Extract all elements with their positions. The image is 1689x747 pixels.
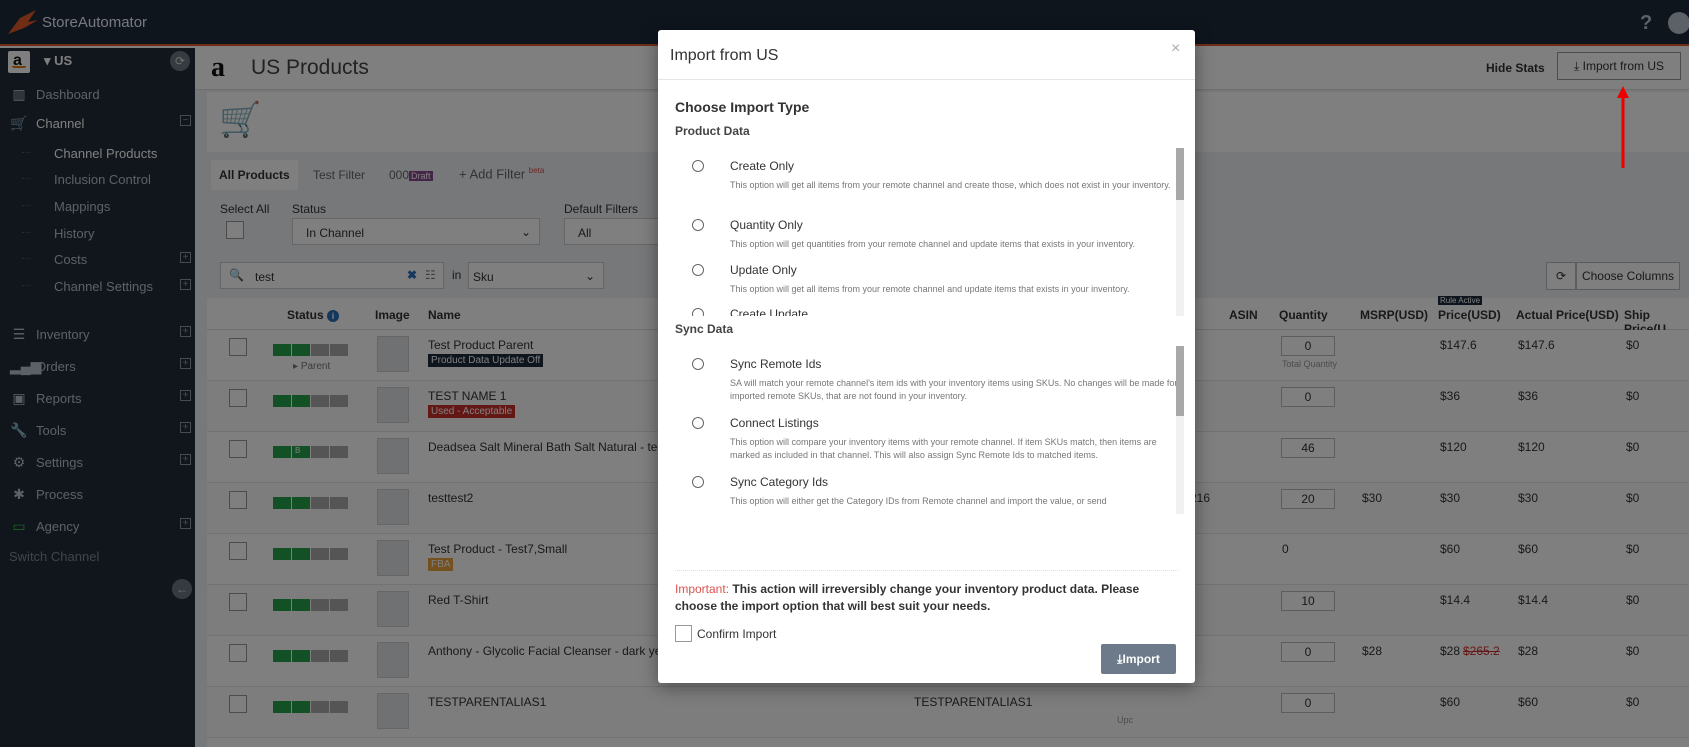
update-only-desc: This option will get all items from your… [730,284,1130,294]
import-modal: Import from US × Choose Import Type Prod… [658,30,1195,683]
quantity-only-desc: This option will get quantities from you… [730,239,1136,249]
sync-remote-ids-radio[interactable] [692,358,704,370]
choose-import-type-heading: Choose Import Type [675,99,810,115]
create-update-label: Create Update [730,307,809,316]
import-button-label: Import [1122,652,1160,666]
connect-listings-desc: This option will compare your inventory … [730,437,1157,460]
important-label: Important: [675,582,730,596]
update-only-label: Update Only [730,263,797,277]
create-only-desc: This option will get all items from your… [730,180,1171,190]
create-only-label: Create Only [730,159,795,173]
quantity-only-label: Quantity Only [730,218,803,232]
annotation-arrow [1617,86,1629,168]
close-icon[interactable]: × [1171,40,1180,58]
modal-header: Import from US × [658,30,1195,80]
modal-title: Import from US [670,47,779,64]
confirm-import-checkbox[interactable] [675,625,692,642]
sync-data-section-title: Sync Data [675,322,734,336]
sync-category-ids-radio[interactable] [692,476,704,488]
quantity-only-radio[interactable] [692,219,704,231]
product-data-options: Create Only This option will get all ite… [675,148,1185,316]
update-only-radio[interactable] [692,264,704,276]
confirm-import-label[interactable]: Confirm Import [697,627,776,641]
sync-remote-ids-desc: SA will match your remote channel's item… [730,378,1178,401]
sync-data-options: Sync Remote Ids SA will match your remot… [675,346,1185,544]
sync-category-ids-label: Sync Category Ids [730,475,829,489]
divider [675,570,1178,571]
connect-listings-radio[interactable] [692,417,704,429]
sync-category-ids-desc: This option will either get the Category… [730,496,1107,506]
create-only-radio[interactable] [692,160,704,172]
important-text: This action will irreversibly change you… [675,582,1140,613]
connect-listings-label: Connect Listings [730,416,819,430]
product-data-section-title: Product Data [675,124,750,138]
sync-remote-ids-label: Sync Remote Ids [730,357,822,371]
sync-scrollbar[interactable] [1176,346,1184,514]
scrollbar-thumb[interactable] [1176,148,1184,200]
create-update-radio[interactable] [692,308,704,316]
import-button[interactable]: ⤓Import [1101,644,1176,674]
scrollbar-thumb[interactable] [1176,346,1184,416]
product-scrollbar[interactable] [1176,148,1184,316]
important-note: Important: This action will irreversibly… [675,581,1178,615]
